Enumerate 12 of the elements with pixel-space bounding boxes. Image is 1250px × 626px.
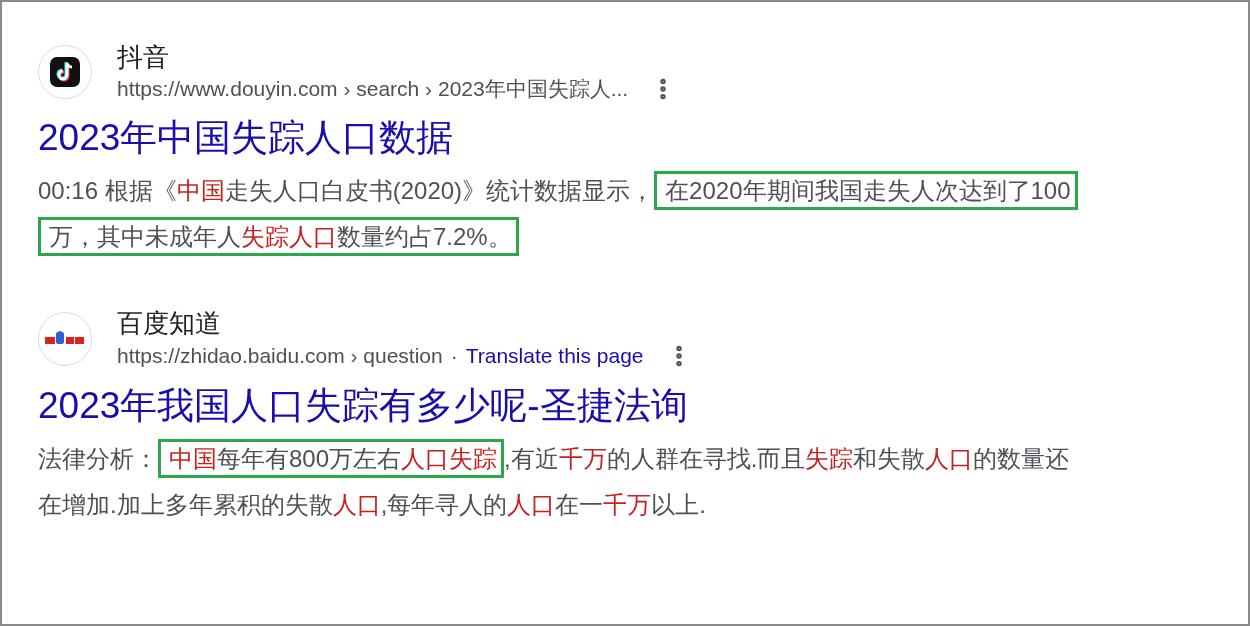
music-note-icon	[50, 57, 80, 87]
translate-link[interactable]: Translate this page	[465, 340, 644, 371]
snippet-line: 在增加.加上多年累积的失散人口,每年寻人的人口在一千万以上.	[37, 489, 707, 520]
result-title[interactable]: 2023年我国人口失踪有多少呢-圣捷法询	[38, 379, 1248, 432]
site-url: https://www.douyin.com › search › 2023年中国失踪人...	[117, 76, 629, 102]
site-name: 抖音	[117, 41, 170, 74]
site-name: 百度知道	[117, 307, 222, 340]
result-title[interactable]: 2023年中国失踪人口数据	[38, 112, 1248, 164]
site-url: https://zhidao.baidu.com › question	[117, 342, 443, 369]
dot-separator: ·	[450, 343, 458, 369]
snippet-line: 00:16 根据《中国走失人口白皮书(2020)》统计数据显示， 在2020年期间我国走失人次达到了100	[34, 168, 1082, 214]
snippet-line: 法律分析： 中国每年有800万左右人口失踪 ,有近千万的人群在寻找.而且失踪和失散人口 的数量还	[34, 435, 1074, 482]
